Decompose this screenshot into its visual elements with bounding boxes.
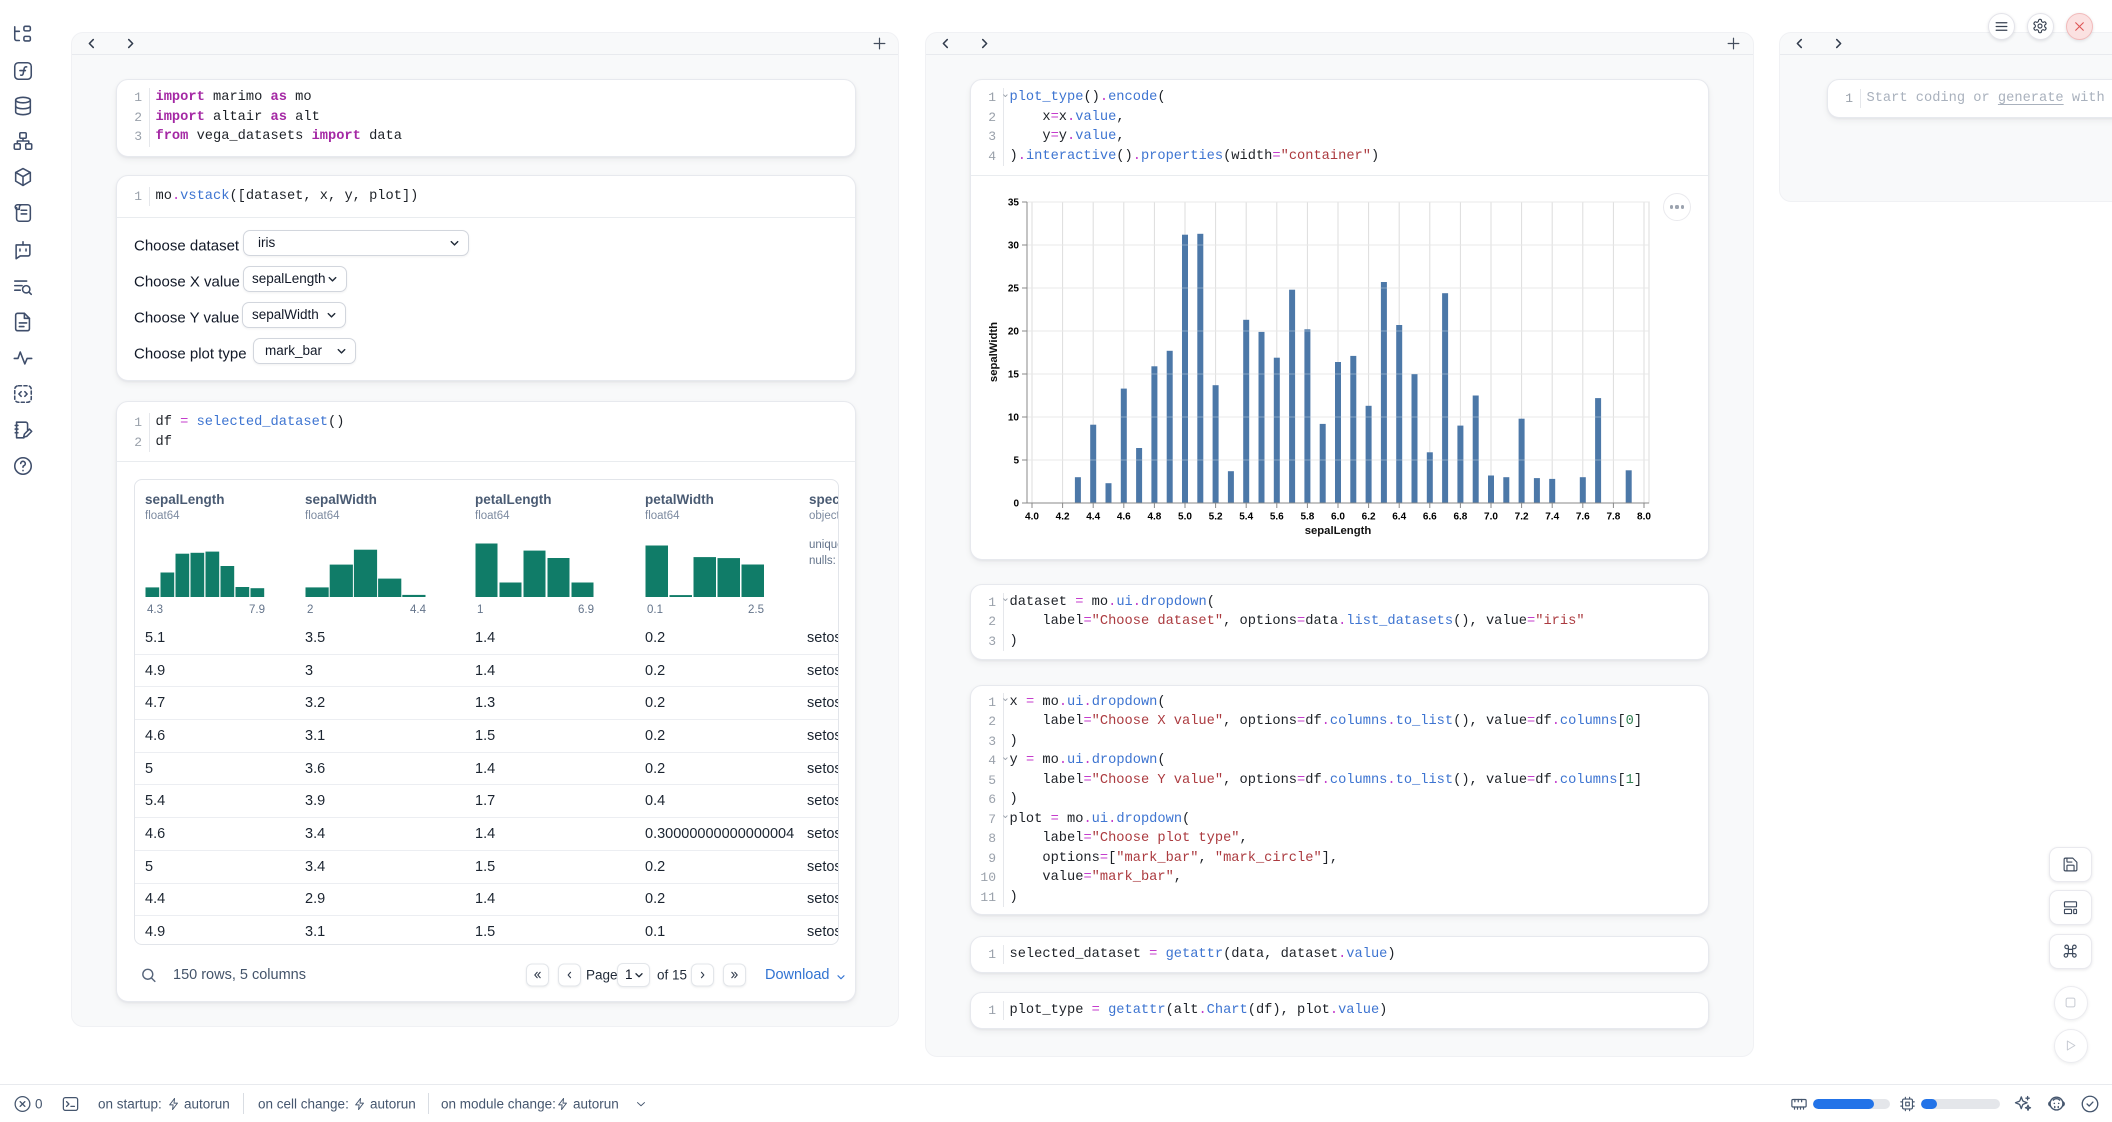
- svg-text:6.0: 6.0: [1331, 512, 1345, 523]
- svg-text:35: 35: [1008, 198, 1020, 209]
- svg-text:5.4: 5.4: [1239, 512, 1253, 523]
- svg-text:4.4: 4.4: [1086, 512, 1100, 523]
- svg-text:7.0: 7.0: [1484, 512, 1498, 523]
- svg-text:6.4: 6.4: [1392, 512, 1406, 523]
- svg-text:4.0: 4.0: [1025, 512, 1039, 523]
- svg-text:5.6: 5.6: [1270, 512, 1284, 523]
- svg-text:5.8: 5.8: [1300, 512, 1314, 523]
- svg-text:7.8: 7.8: [1606, 512, 1620, 523]
- svg-text:4.2: 4.2: [1056, 512, 1070, 523]
- svg-text:5.2: 5.2: [1209, 512, 1223, 523]
- svg-text:4.8: 4.8: [1147, 512, 1161, 523]
- svg-text:4.6: 4.6: [1117, 512, 1131, 523]
- svg-text:0: 0: [1013, 499, 1019, 510]
- svg-text:20: 20: [1008, 327, 1020, 338]
- svg-text:sepalWidth: sepalWidth: [988, 322, 1000, 382]
- svg-text:6.2: 6.2: [1362, 512, 1376, 523]
- svg-text:5: 5: [1013, 456, 1019, 467]
- svg-text:7.2: 7.2: [1515, 512, 1529, 523]
- svg-text:8.0: 8.0: [1637, 512, 1651, 523]
- svg-text:7.6: 7.6: [1576, 512, 1590, 523]
- svg-text:15: 15: [1008, 370, 1020, 381]
- svg-text:sepalLength: sepalLength: [1305, 525, 1372, 537]
- svg-text:30: 30: [1008, 241, 1020, 252]
- svg-text:10: 10: [1008, 413, 1020, 424]
- svg-text:5.0: 5.0: [1178, 512, 1192, 523]
- svg-text:25: 25: [1008, 284, 1020, 295]
- svg-text:7.4: 7.4: [1545, 512, 1559, 523]
- svg-text:6.8: 6.8: [1453, 512, 1467, 523]
- svg-text:6.6: 6.6: [1423, 512, 1437, 523]
